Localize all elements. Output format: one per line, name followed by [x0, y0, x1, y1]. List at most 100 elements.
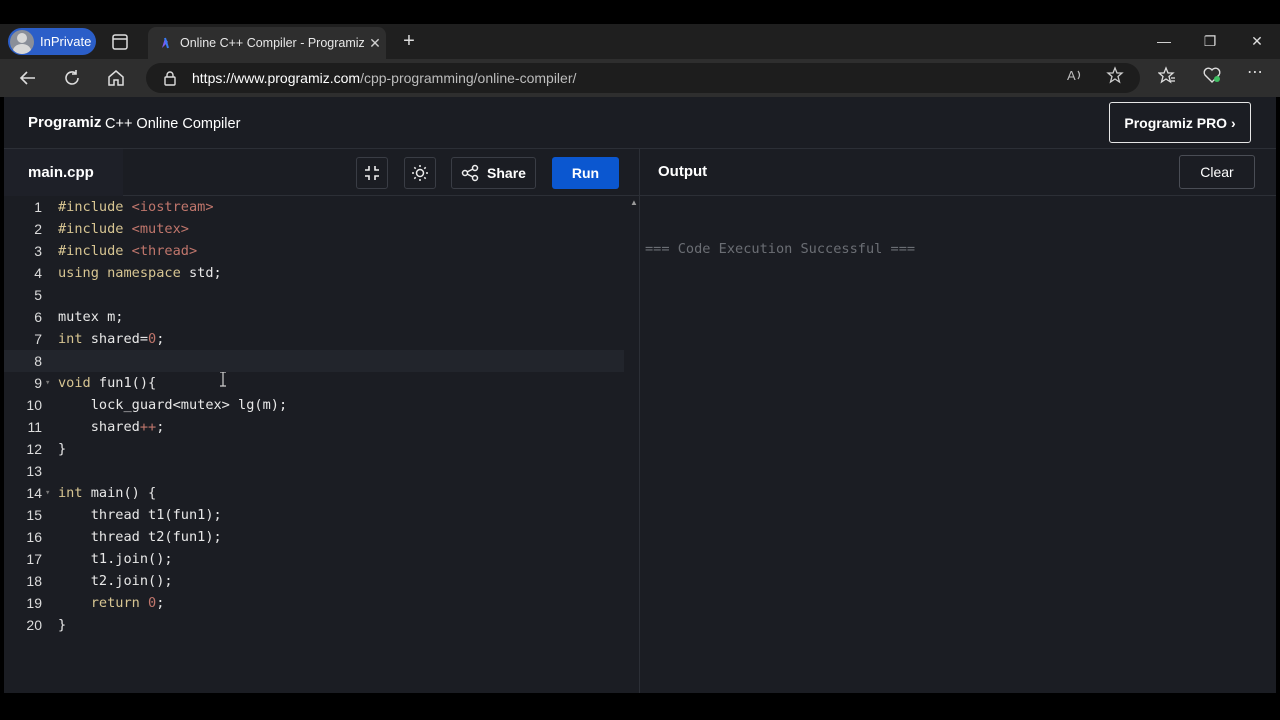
- tab-close-icon[interactable]: ✕: [364, 35, 386, 52]
- line-number: 5: [34, 287, 42, 303]
- line-number: 9: [34, 375, 42, 391]
- code-line[interactable]: 19 return 0;: [4, 592, 624, 614]
- code-line[interactable]: 9 ▾ void fun1(){: [4, 372, 624, 394]
- line-code: return 0;: [90, 595, 165, 611]
- address-bar[interactable]: https://www.programiz.com/cpp-programmin…: [146, 63, 1140, 93]
- fold-chevron-icon[interactable]: ▾: [45, 482, 50, 504]
- browser-toolbar: https://www.programiz.com/cpp-programmin…: [0, 59, 1280, 97]
- home-icon[interactable]: [105, 67, 127, 89]
- share-icon: [461, 164, 479, 182]
- line-code: t1.join();: [58, 551, 173, 567]
- line-number: 14: [26, 485, 42, 501]
- line-code: void fun1(){: [58, 375, 157, 391]
- share-button[interactable]: Share: [451, 157, 536, 189]
- code-editor[interactable]: ▲ 1 #include <iostream> 2 #include <mutex> 3…: [4, 196, 639, 693]
- read-aloud-icon[interactable]: A: [1066, 66, 1084, 84]
- code-line[interactable]: 16 thread t2(fun1);: [4, 526, 624, 548]
- code-line[interactable]: 13: [4, 460, 624, 482]
- code-line[interactable]: 15 thread t1(fun1);: [4, 504, 624, 526]
- file-tab-main-cpp[interactable]: main.cpp: [4, 149, 123, 196]
- code-line[interactable]: 12}: [4, 438, 624, 460]
- browser-tab-strip: InPrivate Online C++ Compiler - Programi…: [0, 24, 1280, 59]
- clear-button[interactable]: Clear: [1179, 155, 1255, 189]
- output-toolbar: Output Clear: [639, 149, 1276, 196]
- line-code: shared++;: [58, 419, 165, 435]
- refresh-icon[interactable]: [61, 67, 83, 89]
- share-label: Share: [487, 165, 526, 181]
- line-code: int main() {: [58, 485, 157, 501]
- code-line[interactable]: 18 t2.join();: [4, 570, 624, 592]
- svg-text:A: A: [1067, 68, 1076, 83]
- line-code: mutex m;: [58, 309, 124, 325]
- favorite-star-icon[interactable]: [1106, 66, 1124, 84]
- line-number: 1: [34, 199, 42, 215]
- code-line[interactable]: 8: [4, 350, 624, 372]
- line-number: 2: [34, 221, 42, 237]
- code-line[interactable]: 3 #include <thread>: [4, 240, 624, 262]
- line-number: 15: [26, 507, 42, 523]
- code-line[interactable]: 1 #include <iostream>: [4, 196, 624, 218]
- code-line[interactable]: 17 t1.join();: [4, 548, 624, 570]
- line-number: 11: [27, 419, 42, 435]
- tab-title: Online C++ Compiler - Programiz: [180, 36, 364, 50]
- site-header: Programiz C++ Online Compiler Programiz …: [4, 97, 1276, 149]
- code-line[interactable]: 20}: [4, 614, 624, 636]
- lock-icon[interactable]: [162, 70, 178, 86]
- fullscreen-exit-button[interactable]: [356, 157, 388, 189]
- code-line[interactable]: 5: [4, 284, 624, 306]
- line-number: 17: [26, 551, 42, 567]
- line-number: 10: [26, 397, 42, 413]
- output-title: Output: [658, 163, 708, 180]
- line-code: #include <thread>: [58, 243, 198, 259]
- line-code: thread t1(fun1);: [58, 507, 222, 523]
- page-title: C++ Online Compiler: [105, 116, 241, 132]
- line-code: }: [58, 441, 67, 457]
- code-line[interactable]: 4 using namespace std;: [4, 262, 624, 284]
- line-number: 12: [26, 441, 42, 457]
- url-text: https://www.programiz.com/cpp-programmin…: [192, 70, 576, 86]
- favorites-icon[interactable]: [1158, 66, 1176, 84]
- back-icon[interactable]: [17, 67, 39, 89]
- output-text: === Code Execution Successful ===: [645, 241, 916, 257]
- line-number: 19: [26, 595, 42, 611]
- programiz-favicon-icon: [162, 37, 169, 49]
- code-line[interactable]: 6 mutex m;: [4, 306, 624, 328]
- inprivate-badge[interactable]: InPrivate: [8, 28, 96, 55]
- run-button[interactable]: Run: [552, 157, 619, 189]
- output-panel: === Code Execution Successful ===: [639, 196, 1276, 693]
- line-number: 4: [34, 265, 42, 281]
- tab-actions-icon[interactable]: [110, 32, 130, 52]
- code-line[interactable]: 14 ▾ int main() {: [4, 482, 624, 504]
- line-number: 20: [26, 617, 42, 633]
- line-code: lock_guard<mutex> lg(m);: [58, 397, 288, 413]
- window-close-icon[interactable]: ✕: [1244, 30, 1270, 52]
- minimize-icon[interactable]: —: [1151, 30, 1177, 52]
- programiz-pro-button[interactable]: Programiz PRO ›: [1109, 102, 1251, 143]
- code-line[interactable]: 11 shared++;: [4, 416, 624, 438]
- url-host: https://www.programiz.com: [192, 70, 361, 86]
- screen-bottom-edge: [0, 693, 1280, 720]
- line-code: int shared=0;: [58, 331, 165, 347]
- url-path: /cpp-programming/online-compiler/: [360, 70, 577, 86]
- line-number: 13: [26, 463, 42, 479]
- scroll-up-icon[interactable]: ▲: [630, 198, 638, 207]
- theme-toggle-button[interactable]: [404, 157, 436, 189]
- line-code: #include <iostream>: [58, 199, 214, 215]
- line-number: 18: [26, 573, 42, 589]
- line-number: 3: [34, 243, 42, 259]
- sun-icon: [412, 165, 428, 181]
- line-code: }: [58, 617, 67, 633]
- line-number: 16: [26, 529, 42, 545]
- restore-icon[interactable]: ❐: [1197, 30, 1223, 52]
- code-line[interactable]: 7 int shared=0;: [4, 328, 624, 350]
- browser-tab-active[interactable]: Online C++ Compiler - Programiz ✕: [148, 27, 386, 59]
- fold-chevron-icon[interactable]: ▾: [45, 372, 50, 394]
- new-tab-icon[interactable]: +: [398, 30, 420, 52]
- line-code: t2.join();: [58, 573, 173, 589]
- code-line[interactable]: 2 #include <mutex>: [4, 218, 624, 240]
- programiz-logo[interactable]: Programiz: [28, 114, 101, 131]
- line-number: 8: [34, 353, 42, 369]
- more-menu-icon[interactable]: ⋯: [1247, 65, 1265, 84]
- browser-essentials-icon[interactable]: [1203, 66, 1221, 84]
- code-line[interactable]: 10 lock_guard<mutex> lg(m);: [4, 394, 624, 416]
